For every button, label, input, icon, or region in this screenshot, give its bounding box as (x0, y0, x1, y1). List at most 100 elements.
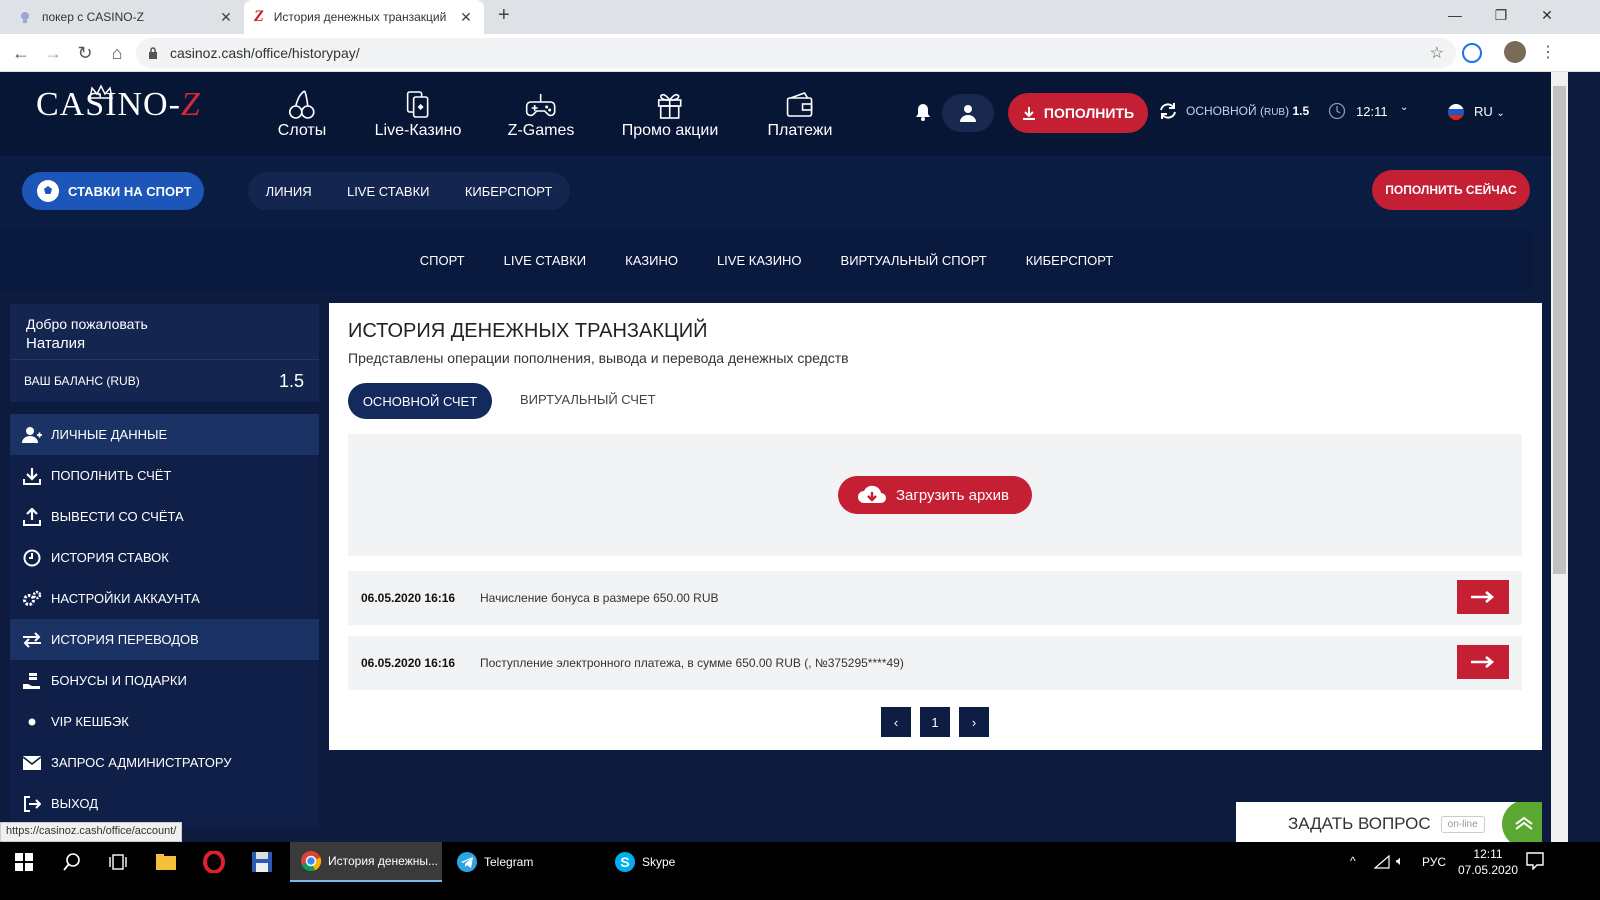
home-icon[interactable]: ⌂ (106, 42, 128, 64)
sidebar-item-label: БОНУСЫ И ПОДАРКИ (51, 673, 187, 688)
details-arrow-button[interactable] (1457, 580, 1509, 614)
mail-icon (22, 753, 42, 773)
link-line[interactable]: ЛИНИЯ (266, 184, 312, 199)
account-balance-display[interactable]: ОСНОВНОЙ (RUB) 1.5 (1186, 104, 1309, 118)
logout-icon (22, 794, 42, 814)
user-add-icon (22, 425, 42, 445)
sidebar-item-deposit[interactable]: ПОПОЛНИТЬ СЧЁТ (10, 455, 319, 496)
tab-favicon-icon (18, 10, 32, 24)
clock-icon (1328, 102, 1346, 120)
opera-icon[interactable] (190, 842, 238, 882)
sidebar-item-bet-history[interactable]: ИСТОРИЯ СТАВОК (10, 537, 319, 578)
file-explorer-icon[interactable] (142, 842, 190, 882)
ask-question-widget[interactable]: ЗАДАТЬ ВОПРОС on-line (1236, 802, 1542, 846)
taskbar-app-telegram[interactable]: Telegram (446, 842, 596, 882)
balance-label: ВАШ БАЛАНС (RUB) (24, 374, 140, 388)
notifications-icon[interactable] (1526, 852, 1544, 870)
wifi-icon[interactable] (1374, 855, 1390, 869)
nav-live-casino[interactable]: Live-Казино (374, 88, 462, 140)
casino-z-logo[interactable]: CASINO-Z (36, 84, 201, 124)
sidebar-item-logout[interactable]: ВЫХОД (10, 783, 319, 824)
bookmark-star-icon[interactable]: ☆ (1430, 43, 1444, 63)
pagination-next-button[interactable]: › (959, 707, 989, 737)
new-tab-plus-icon[interactable]: + (498, 4, 510, 27)
scrollbar-thumb[interactable] (1553, 86, 1566, 574)
category-live-casino[interactable]: LIVE КАЗИНО (717, 253, 802, 268)
sidebar-menu: ЛИЧНЫЕ ДАННЫЕ ПОПОЛНИТЬ СЧЁТ ВЫВЕСТИ СО … (10, 414, 319, 828)
chevron-down-icon[interactable]: ⌄ (1400, 102, 1408, 113)
crown-icon (89, 84, 113, 99)
back-arrow-icon[interactable]: ← (10, 42, 32, 64)
category-casino[interactable]: КАЗИНО (625, 253, 678, 268)
save-app-icon[interactable] (238, 842, 286, 882)
archive-label: Загрузить архив (896, 486, 1010, 504)
nav-payments[interactable]: Платежи (768, 88, 832, 140)
taskbar-time: 12:11 (1473, 847, 1503, 861)
nav-slots[interactable]: Слоты (278, 88, 326, 140)
sidebar-item-account-settings[interactable]: НАСТРОЙКИ АККАУНТА (10, 578, 319, 619)
profile-avatar[interactable] (1504, 41, 1526, 63)
nav-label: Z-Games (507, 122, 575, 139)
download-archive-button[interactable]: Загрузить архив (838, 476, 1032, 514)
refresh-balance-icon[interactable] (1158, 101, 1178, 121)
browser-tab-poker[interactable]: покер с CASINO-Z ✕ (8, 0, 244, 34)
screen-bottom-edge (0, 882, 1600, 900)
nav-promo[interactable]: Промо акции (622, 88, 718, 140)
reload-icon[interactable]: ↻ (74, 42, 96, 64)
deposit-button[interactable]: ПОПОЛНИТЬ (1008, 93, 1148, 133)
tray-chevron-up-icon[interactable]: ^ (1350, 854, 1356, 868)
language-indicator[interactable]: РУС (1422, 855, 1446, 869)
nav-z-games[interactable]: Z-Games (507, 88, 575, 140)
tab-virtual-account[interactable]: ВИРТУАЛЬНЫЙ СЧЕТ (520, 392, 656, 407)
link-live-bets[interactable]: LIVE СТАВКИ (347, 184, 430, 199)
pagination-prev-button[interactable]: ‹ (881, 707, 911, 737)
maximize-icon[interactable]: ❐ (1478, 0, 1524, 30)
close-icon[interactable]: ✕ (458, 9, 474, 26)
sports-betting-button[interactable]: СТАВКИ НА СПОРТ (22, 172, 204, 210)
nav-label: Live-Казино (374, 122, 462, 139)
user-icon (960, 105, 976, 122)
sidebar-item-admin-request[interactable]: ЗАПРОС АДМИНИСТРАТОРУ (10, 742, 319, 783)
browser-tab-history[interactable]: Z История денежных транзакций ✕ (244, 0, 484, 34)
pagination-page-button[interactable]: 1 (920, 707, 950, 737)
sidebar-item-personal-data[interactable]: ЛИЧНЫЕ ДАННЫЕ (10, 414, 319, 455)
dot-icon (22, 712, 42, 732)
taskbar-app-chrome[interactable]: История денежны... (290, 842, 442, 882)
forward-arrow-icon[interactable]: → (42, 42, 64, 64)
language-label: RU (1474, 104, 1493, 119)
category-live-bets[interactable]: LIVE СТАВКИ (504, 253, 587, 268)
task-view-icon[interactable] (94, 842, 142, 882)
url-field[interactable]: casinoz.cash/office/historypay/ ☆ (136, 38, 1456, 68)
balance-value: 1.5 (279, 371, 305, 391)
chat-expand-button[interactable] (1502, 802, 1542, 846)
sidebar-item-label: VIP КЕШБЭК (51, 714, 129, 729)
extension-icon[interactable] (1462, 43, 1482, 63)
taskbar-clock[interactable]: 12:11 07.05.2020 (1456, 846, 1520, 878)
deposit-now-button[interactable]: ПОПОЛНИТЬ СЕЙЧАС (1372, 170, 1530, 210)
category-sport[interactable]: СПОРТ (420, 253, 465, 268)
category-virtual-sport[interactable]: ВИРТУАЛЬНЫЙ СПОРТ (841, 253, 987, 268)
window-close-icon[interactable]: ✕ (1524, 0, 1570, 30)
search-icon[interactable] (48, 842, 96, 882)
sub-navigation (0, 156, 1568, 228)
windows-start-icon[interactable] (0, 842, 48, 882)
sidebar-item-transfer-history[interactable]: ИСТОРИЯ ПЕРЕВОДОВ (10, 619, 319, 660)
sidebar-item-vip-cashback[interactable]: VIP КЕШБЭК (10, 701, 319, 742)
tab-title: История денежных транзакций (273, 10, 447, 24)
minimize-icon[interactable]: — (1432, 0, 1478, 30)
taskbar-app-label: Skype (642, 855, 676, 869)
details-arrow-button[interactable] (1457, 645, 1509, 679)
sidebar-item-bonuses[interactable]: БОНУСЫ И ПОДАРКИ (10, 660, 319, 701)
close-icon[interactable]: ✕ (218, 9, 234, 26)
category-esports[interactable]: КИБЕРСПОРТ (1026, 253, 1114, 268)
menu-kebab-icon[interactable]: ⋮ (1540, 42, 1556, 62)
tab-main-account[interactable]: ОСНОВНОЙ СЧЕТ (348, 383, 492, 419)
sidebar-item-label: ИСТОРИЯ СТАВОК (51, 550, 169, 565)
sidebar-item-withdraw[interactable]: ВЫВЕСТИ СО СЧЁТА (10, 496, 319, 537)
taskbar-app-skype[interactable]: S Skype (604, 842, 754, 882)
volume-icon[interactable]: 🔈︎ (1396, 853, 1404, 869)
user-profile-button[interactable] (942, 94, 994, 132)
language-selector[interactable]: RU ⌄ (1474, 104, 1505, 119)
bell-icon[interactable] (914, 102, 932, 122)
link-esports[interactable]: КИБЕРСПОРТ (465, 184, 553, 199)
